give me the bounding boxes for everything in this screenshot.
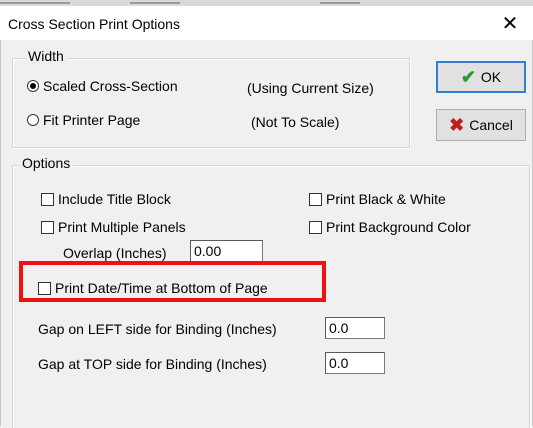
print-multiple-panels-checkbox[interactable]: Print Multiple Panels (41, 219, 186, 235)
checkmark-icon: ✔ (460, 66, 476, 87)
checkbox-box (309, 192, 322, 206)
width-groupbox (12, 58, 410, 148)
radio-label: Fit Printer Page (43, 112, 141, 128)
gap-top-label: Gap at TOP side for Binding (Inches) (38, 356, 267, 372)
red-highlight-box (19, 261, 326, 302)
x-mark-icon: ✖ (449, 114, 465, 135)
window-title: Cross Section Print Options (8, 16, 180, 32)
scaled-cross-section-radio[interactable]: Scaled Cross-Section (27, 78, 178, 94)
cross-section-print-options-dialog: Cross Section Print Options ✕ Width Scal… (0, 0, 533, 428)
radio-label: Scaled Cross-Section (43, 78, 178, 94)
close-button[interactable]: ✕ (487, 6, 533, 40)
fit-note: (Not To Scale) (251, 114, 340, 130)
ok-label: OK (480, 69, 502, 85)
include-title-block-checkbox[interactable]: Include Title Block (41, 191, 171, 207)
print-background-color-checkbox[interactable]: Print Background Color (309, 219, 471, 235)
overlap-label: Overlap (Inches) (63, 245, 167, 261)
checkbox-box (41, 192, 54, 206)
radio-indicator (27, 80, 39, 92)
cancel-label: Cancel (469, 117, 513, 133)
ok-button[interactable]: ✔ OK (436, 61, 526, 93)
width-group-label: Width (25, 48, 67, 64)
options-group-label: Options (19, 155, 74, 171)
scaled-note: (Using Current Size) (247, 80, 374, 96)
background-line (0, 2, 70, 4)
title-bar: Cross Section Print Options ✕ (0, 6, 533, 40)
checkbox-label: Print Background Color (326, 219, 471, 235)
gap-top-input[interactable]: 0.0 (325, 352, 385, 374)
close-icon: ✕ (501, 12, 519, 35)
fit-printer-page-radio[interactable]: Fit Printer Page (27, 112, 140, 128)
background-line (320, 2, 360, 4)
overlap-input[interactable]: 0.00 (190, 240, 263, 262)
radio-indicator (27, 114, 39, 126)
checkbox-box (309, 220, 322, 234)
window-border-left (0, 40, 1, 426)
checkbox-box (41, 220, 54, 234)
background-line (130, 2, 180, 4)
gap-left-input[interactable]: 0.0 (325, 317, 385, 339)
checkbox-label: Print Black & White (326, 191, 446, 207)
cancel-button[interactable]: ✖ Cancel (436, 109, 526, 141)
print-black-white-checkbox[interactable]: Print Black & White (309, 191, 446, 207)
checkbox-label: Print Multiple Panels (58, 219, 186, 235)
checkbox-label: Include Title Block (58, 191, 171, 207)
gap-left-label: Gap on LEFT side for Binding (Inches) (38, 321, 277, 337)
